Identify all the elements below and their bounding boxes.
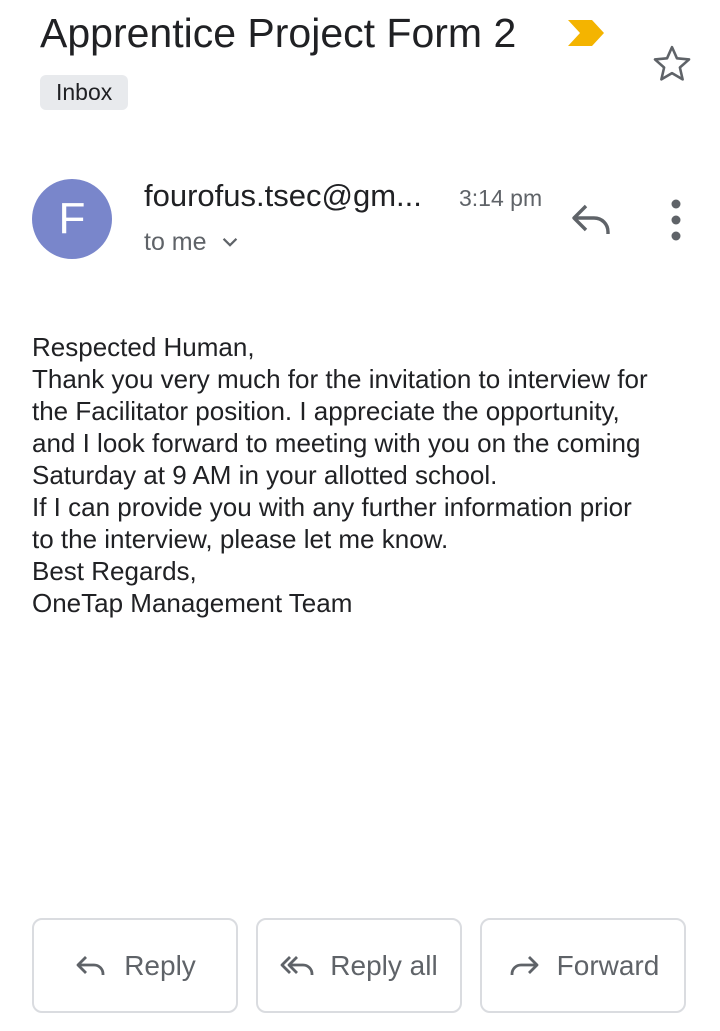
reply-icon [76, 955, 105, 975]
star-outline-icon[interactable] [650, 42, 694, 86]
reply-button[interactable]: Reply [32, 918, 238, 1013]
forward-icon [510, 955, 539, 975]
reply-icon[interactable] [568, 196, 616, 244]
forward-button[interactable]: Forward [480, 918, 686, 1013]
action-bar: Reply Reply all Forward [32, 918, 688, 1014]
sender-name[interactable]: fourofus.tsec@gm... [144, 176, 422, 216]
body-line: the Facilitator position. I appreciate t… [32, 396, 620, 426]
reply-all-button-label: Reply all [330, 949, 438, 981]
recipient-details-toggle[interactable]: to me [144, 225, 241, 259]
reply-all-button[interactable]: Reply all [256, 918, 462, 1013]
body-line: Saturday at 9 AM in your allotted school… [32, 460, 498, 490]
more-vert-icon[interactable] [656, 194, 696, 246]
body-line: If I can provide you with any further in… [32, 492, 632, 522]
importance-marker-icon[interactable] [566, 18, 606, 48]
chevron-down-icon [222, 238, 237, 247]
recipient-label: to me [144, 227, 207, 256]
reply-button-label: Reply [124, 949, 196, 981]
email-time: 3:14 pm [459, 185, 543, 211]
email-subject: Apprentice Project Form 2 [40, 10, 517, 56]
body-line: and I look forward to meeting with you o… [32, 428, 641, 458]
body-line: OneTap Management Team [32, 588, 353, 618]
reply-all-icon [280, 955, 314, 975]
body-line: Thank you very much for the invitation t… [32, 364, 648, 394]
email-body: Respected Human, Thank you very much for… [32, 331, 702, 619]
forward-button-label: Forward [556, 949, 660, 981]
label-chip-inbox[interactable]: Inbox [40, 75, 129, 110]
body-line: Best Regards, [32, 556, 197, 586]
body-line: to the interview, please let me know. [32, 524, 449, 554]
sender-avatar[interactable]: F [32, 179, 112, 259]
body-line: Respected Human, [32, 332, 255, 362]
